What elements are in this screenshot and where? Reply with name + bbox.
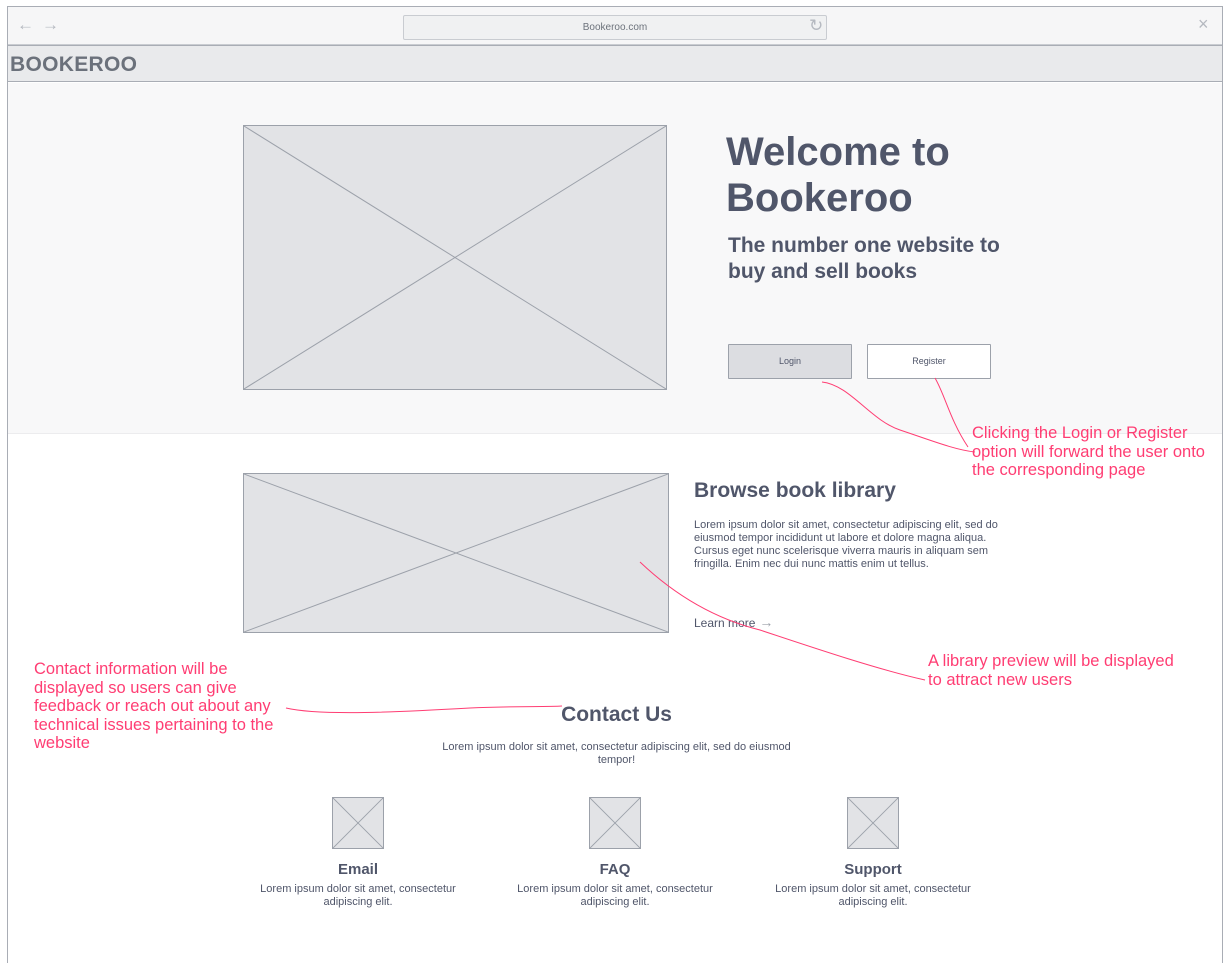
reload-icon[interactable]: ↻: [809, 16, 823, 36]
login-button[interactable]: Login: [728, 344, 852, 379]
support-icon: [847, 797, 899, 849]
contact-card-faq[interactable]: FAQ Lorem ipsum dolor sit amet, consecte…: [515, 797, 715, 909]
contact-card-email[interactable]: Email Lorem ipsum dolor sit amet, consec…: [258, 797, 458, 909]
browser-toolbar: ← → Bookeroo.com ↻ ×: [8, 7, 1222, 45]
browse-description: Lorem ipsum dolor sit amet, consectetur …: [694, 519, 998, 570]
address-bar[interactable]: Bookeroo.com: [403, 15, 827, 40]
card-text: Lorem ipsum dolor sit amet, consectetur …: [260, 883, 456, 908]
hero-section: Welcome to Bookeroo The number one websi…: [8, 83, 1222, 434]
arrow-right-icon: →: [759, 614, 774, 630]
hero-title: Welcome to Bookeroo: [726, 129, 950, 221]
card-title: Support: [844, 861, 902, 878]
browse-title: Browse book library: [694, 479, 896, 502]
hero-subtitle: The number one website to buy and sell b…: [728, 234, 1000, 283]
contact-title: Contact Us: [561, 703, 672, 726]
annotation-library-preview: A library preview will be displayed to a…: [928, 652, 1174, 689]
register-button[interactable]: Register: [867, 344, 991, 379]
annotation-login-register: Clicking the Login or Register option wi…: [972, 424, 1205, 479]
contact-description: Lorem ipsum dolor sit amet, consectetur …: [442, 741, 791, 766]
hero-image-placeholder: [243, 125, 667, 390]
hero-title-line: Welcome to: [726, 130, 950, 174]
card-text: Lorem ipsum dolor sit amet, consectetur …: [517, 883, 713, 908]
faq-icon: [589, 797, 641, 849]
library-image-placeholder: [243, 473, 669, 633]
app-header: BOOKEROO: [8, 45, 1222, 82]
brand-logo[interactable]: BOOKEROO: [10, 53, 137, 77]
browser-window: ← → Bookeroo.com ↻ × BOOKEROO Welcome to…: [7, 6, 1223, 963]
back-icon[interactable]: ←: [17, 15, 34, 35]
forward-icon[interactable]: →: [42, 15, 59, 35]
learn-more-label: Learn more: [694, 616, 756, 630]
contact-card-support[interactable]: Support Lorem ipsum dolor sit amet, cons…: [773, 797, 973, 909]
hero-title-line: Bookeroo: [726, 176, 913, 220]
learn-more-link[interactable]: Learn more →: [694, 614, 773, 630]
card-title: FAQ: [599, 861, 631, 878]
image-placeholder-icon: [244, 126, 666, 389]
email-icon: [332, 797, 384, 849]
card-title: Email: [337, 861, 379, 878]
close-icon[interactable]: ×: [1198, 14, 1209, 34]
annotation-contact-info: Contact information will be displayed so…: [34, 660, 274, 752]
card-text: Lorem ipsum dolor sit amet, consectetur …: [775, 883, 971, 908]
image-placeholder-icon: [244, 474, 668, 632]
